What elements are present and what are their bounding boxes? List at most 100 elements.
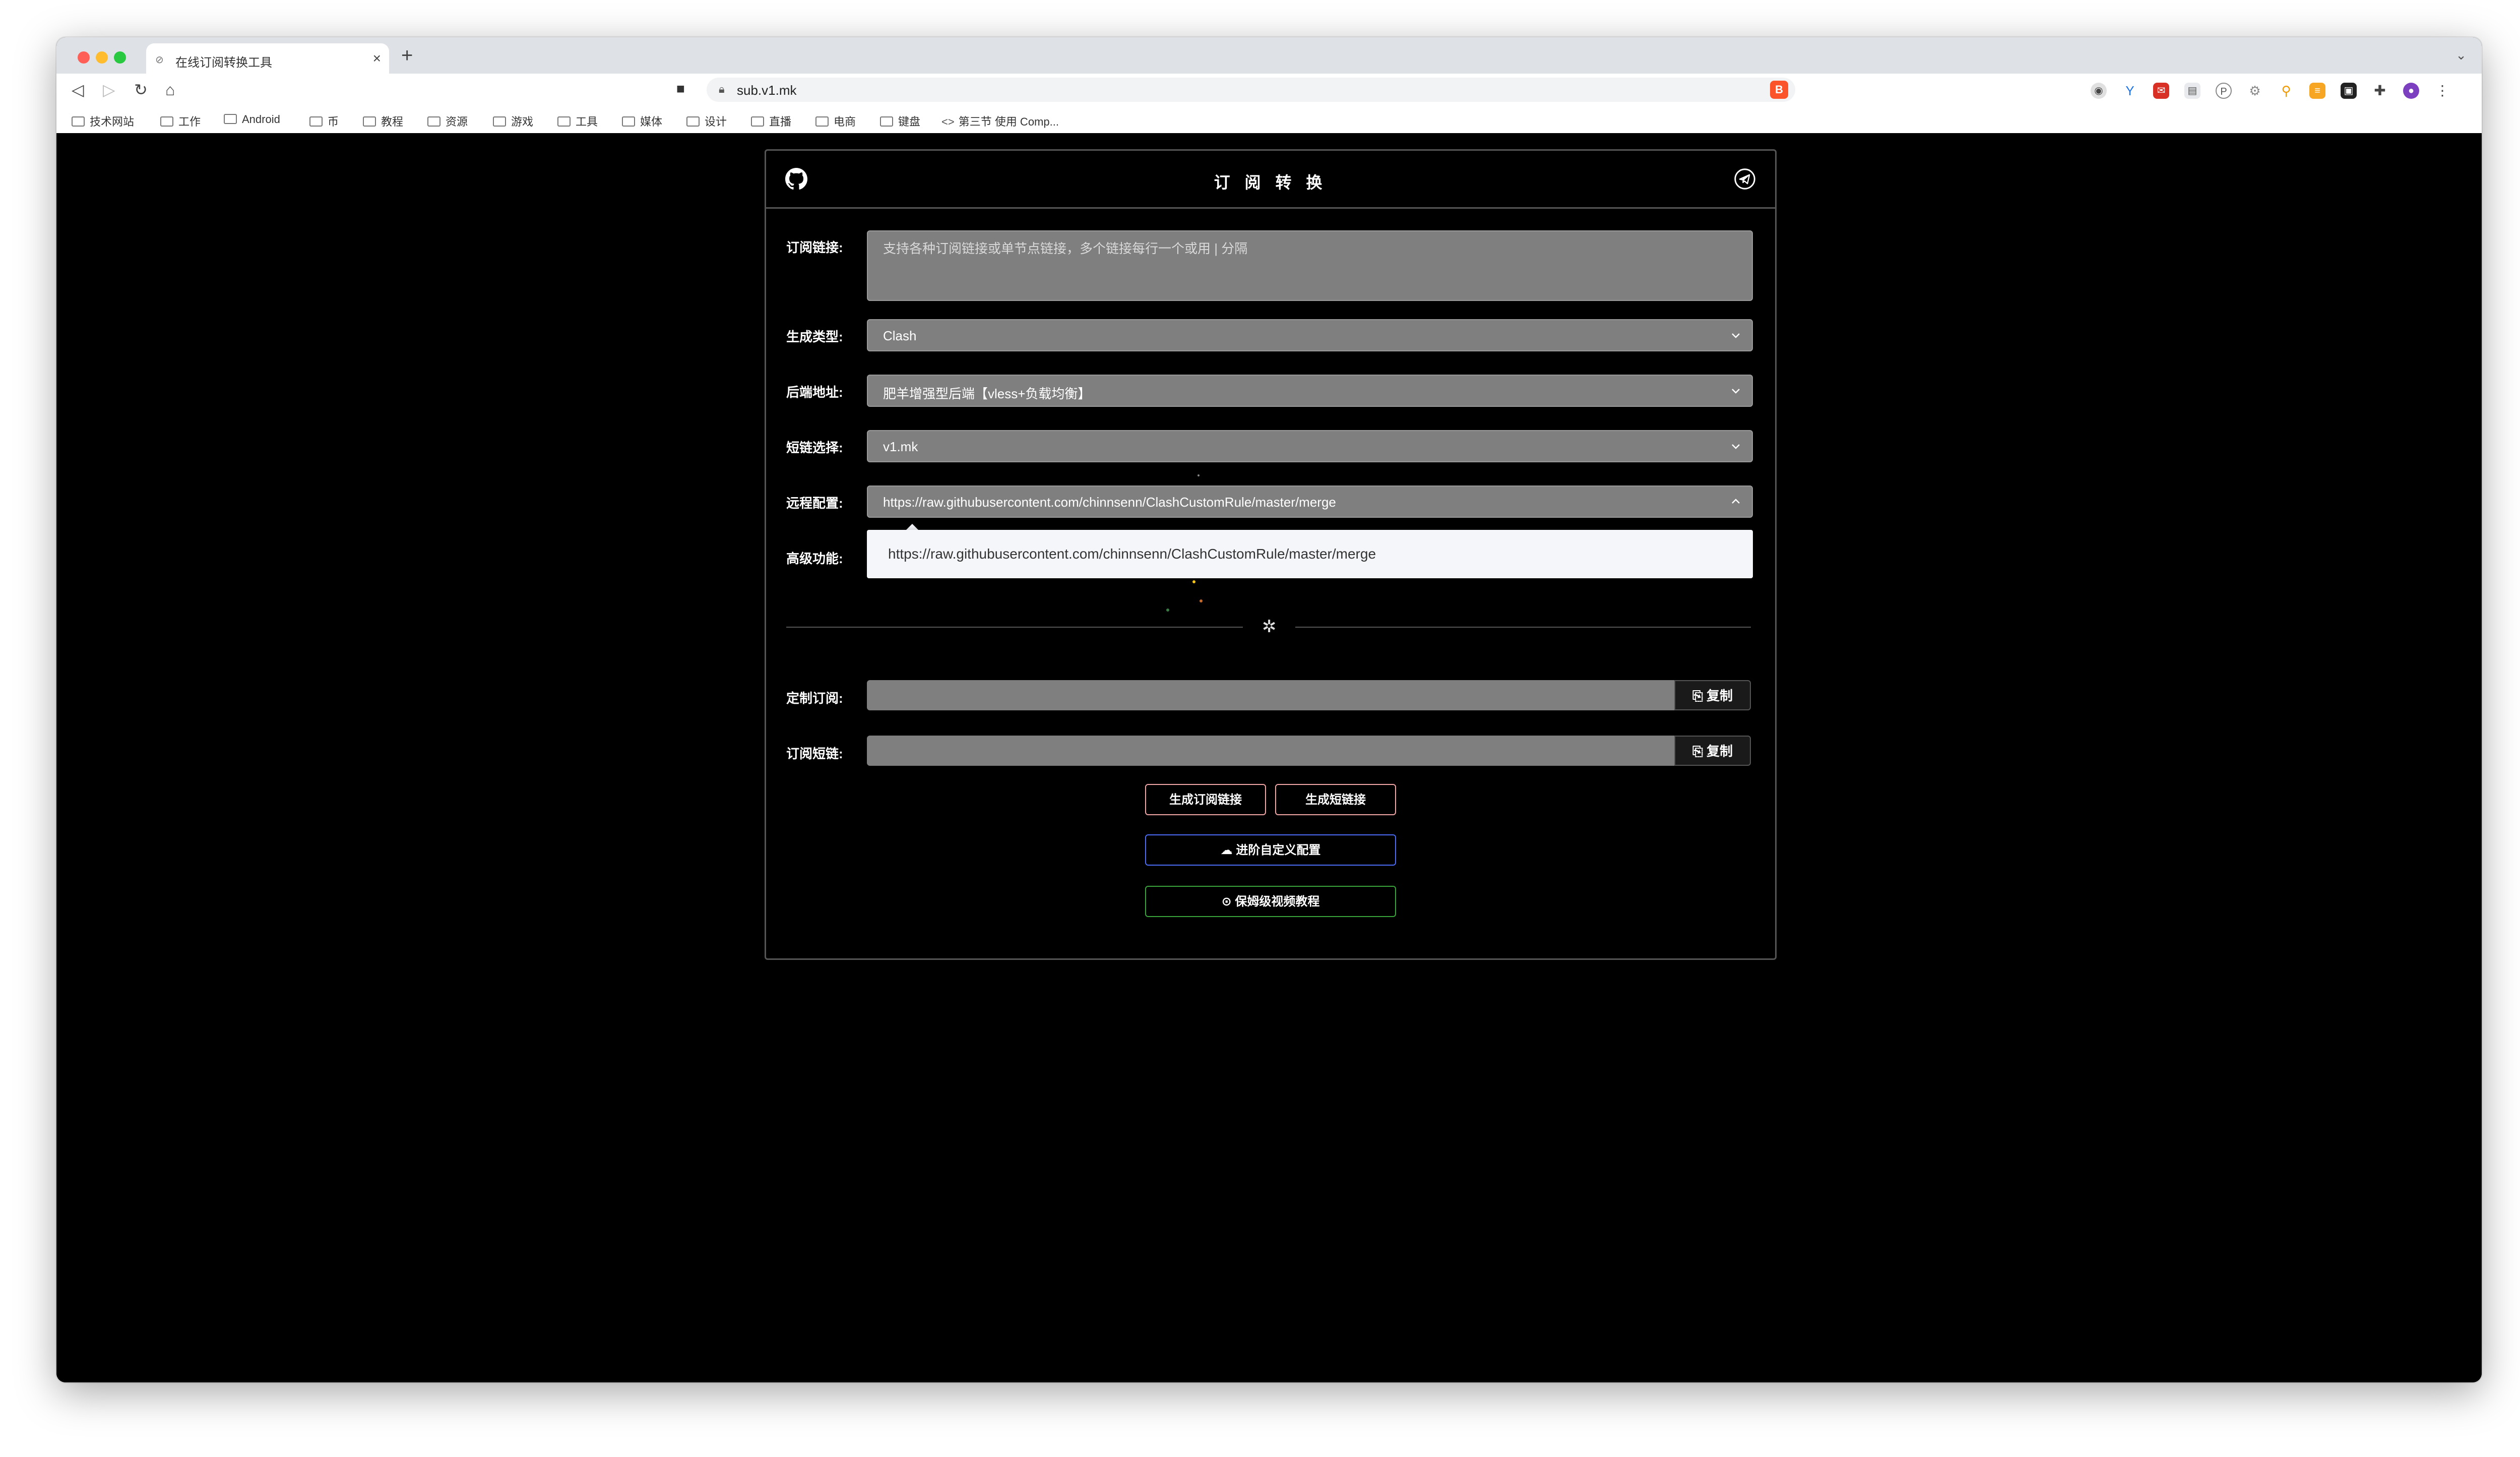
page-content: 订 阅 转 换 订阅链接: 支持各种订阅链接或单节点链接，多个链接每行一个或用 … [56, 133, 2482, 1382]
brave-shield-icon[interactable]: B [1770, 81, 1788, 99]
cloud-icon: ☁ [1220, 843, 1236, 857]
folder-icon [72, 116, 85, 127]
subscription-label: 订阅链接: [786, 240, 843, 255]
bookmark-folder[interactable]: 技术网站 [72, 113, 134, 129]
page-title: 订 阅 转 换 [1214, 173, 1328, 192]
subscription-textarea[interactable]: 支持各种订阅链接或单节点链接，多个链接每行一个或用 | 分隔 [867, 230, 1753, 301]
backend-value: 肥羊增强型后端【vless+负载均衡】 [883, 386, 1091, 401]
advanced-label: 高级功能: [786, 551, 843, 566]
backend-label: 后端地址: [786, 385, 843, 400]
address-bar[interactable]: 🔒︎ sub.v1.mk B [707, 78, 1795, 102]
folder-icon [363, 116, 376, 127]
browser-toolbar: ◁ ▷ ↻ ⌂ ■ 🔒︎ sub.v1.mk B ◉ Y ✉ ▤ P ⚙ ⚲ ≡… [56, 74, 2482, 106]
bookmark-link[interactable]: <> 第三节 使用 Comp... [941, 113, 1059, 129]
bookmark-icon[interactable]: ■ [676, 81, 685, 97]
chevron-up-icon [1732, 499, 1740, 504]
target-select[interactable]: Clash [867, 319, 1753, 351]
target-label: 生成类型: [786, 329, 843, 344]
bookmark-folder[interactable]: 资源 [427, 113, 468, 129]
browser-window: ⊘ 在线订阅转换工具 × + ⌄ ◁ ▷ ↻ ⌂ ■ 🔒︎ sub.v1.mk … [56, 37, 2482, 1382]
pinterest-icon[interactable]: P [2216, 83, 2232, 99]
remote-config-select[interactable]: https://raw.githubusercontent.com/chinns… [867, 485, 1753, 518]
chevron-down-icon [1732, 333, 1740, 338]
chevron-down-icon [1732, 389, 1740, 394]
bookmark-folder[interactable]: 工作 [160, 113, 201, 129]
shortlink-select[interactable]: v1.mk [867, 430, 1753, 462]
bookmark-folder[interactable]: 电商 [815, 113, 856, 129]
card-header: 订 阅 转 换 [766, 151, 1775, 209]
reload-button[interactable]: ↻ [134, 80, 148, 100]
bookmark-folder[interactable]: 媒体 [622, 113, 662, 129]
puzzle-icon[interactable]: ✚ [2372, 83, 2388, 99]
copy-short-sub-button[interactable]: ⎘ 复制 [1674, 736, 1751, 766]
target-value: Clash [883, 328, 917, 343]
loading-dot [1166, 609, 1169, 612]
lock-icon: 🔒︎ [719, 83, 725, 95]
bookmark-folder[interactable]: 教程 [363, 113, 403, 129]
forward-button[interactable]: ▷ [103, 80, 115, 100]
chevron-down-icon [1732, 444, 1740, 449]
advanced-config-button[interactable]: ☁ 进阶自定义配置 [1145, 834, 1396, 866]
vpn-icon[interactable]: Y [2122, 83, 2138, 99]
tab-strip: ⊘ 在线订阅转换工具 × + ⌄ [56, 37, 2482, 74]
maximize-window-button[interactable] [114, 51, 126, 64]
bookmark-folder[interactable]: Android [224, 113, 280, 126]
home-button[interactable]: ⌂ [165, 80, 175, 100]
short-sub-output[interactable] [867, 736, 1674, 766]
shortlink-value: v1.mk [883, 439, 918, 454]
bookmark-folder[interactable]: 币 [309, 113, 339, 129]
notes-icon[interactable]: ≡ [2309, 83, 2325, 99]
close-window-button[interactable] [78, 51, 90, 64]
divider [1295, 627, 1751, 628]
mail-badge-icon[interactable]: ✉ [2153, 83, 2169, 99]
folder-icon [493, 116, 506, 127]
folder-icon [880, 116, 893, 127]
avatar-icon[interactable]: ● [2403, 83, 2419, 99]
settings-icon[interactable]: ⚙ [2247, 83, 2263, 99]
folder-icon [557, 116, 571, 127]
copy-icon: ⎘ [1692, 688, 1707, 703]
folder-icon [751, 116, 764, 127]
code-icon: <> [941, 115, 955, 128]
bookmark-folder[interactable]: 键盘 [880, 113, 920, 129]
loading-dot [1192, 580, 1195, 583]
minimize-window-button[interactable] [96, 51, 108, 64]
subconverter-icon: ⊘ [155, 54, 164, 66]
video-tutorial-button[interactable]: ⊙ 保姆级视频教程 [1145, 886, 1396, 917]
folder-icon [427, 116, 440, 127]
tab-active[interactable]: ⊘ 在线订阅转换工具 × [146, 43, 389, 74]
short-sub-label: 订阅短链: [786, 746, 843, 761]
dropdown-arrow [906, 524, 918, 530]
converter-card: 订 阅 转 换 订阅链接: 支持各种订阅链接或单节点链接，多个链接每行一个或用 … [765, 149, 1777, 960]
chrome-icon[interactable]: ◉ [2091, 83, 2107, 99]
calendar-icon[interactable]: ▤ [2184, 83, 2200, 99]
copy-custom-sub-button[interactable]: ⎘ 复制 [1674, 680, 1751, 710]
menu-icon[interactable]: ⋮ [2434, 83, 2450, 99]
bookmark-folder[interactable]: 设计 [686, 113, 727, 129]
back-button[interactable]: ◁ [72, 80, 84, 100]
shortlink-label: 短链选择: [786, 440, 843, 455]
telegram-icon[interactable] [1734, 168, 1756, 190]
folder-icon [686, 116, 700, 127]
backend-select[interactable]: 肥羊增强型后端【vless+负载均衡】 [867, 375, 1753, 407]
generate-short-button[interactable]: 生成短链接 [1275, 784, 1396, 815]
dropdown-option[interactable]: https://raw.githubusercontent.com/chinns… [888, 546, 1376, 562]
url-text: sub.v1.mk [737, 83, 797, 98]
tab-title: 在线订阅转换工具 [175, 56, 272, 70]
tab-close-icon[interactable]: × [373, 50, 381, 67]
extension-badge-icon[interactable]: ▣ [2341, 83, 2357, 99]
chevron-down-icon[interactable]: ⌄ [2455, 47, 2467, 63]
remote-config-label: 远程配置: [786, 496, 843, 511]
generate-sub-button[interactable]: 生成订阅链接 [1145, 784, 1266, 815]
bookmark-folder[interactable]: 直播 [751, 113, 791, 129]
custom-sub-output[interactable] [867, 680, 1674, 710]
bookmark-folder[interactable]: 工具 [557, 113, 598, 129]
gear-icon[interactable]: ✲ [1262, 618, 1277, 636]
play-circle-icon: ⊙ [1221, 895, 1235, 908]
bookmark-folder[interactable]: 游戏 [493, 113, 533, 129]
folder-icon [622, 116, 635, 127]
remote-config-value: https://raw.githubusercontent.com/chinns… [883, 495, 1336, 510]
folder-icon [160, 116, 173, 127]
location-icon[interactable]: ⚲ [2278, 83, 2294, 99]
new-tab-button[interactable]: + [401, 45, 413, 66]
